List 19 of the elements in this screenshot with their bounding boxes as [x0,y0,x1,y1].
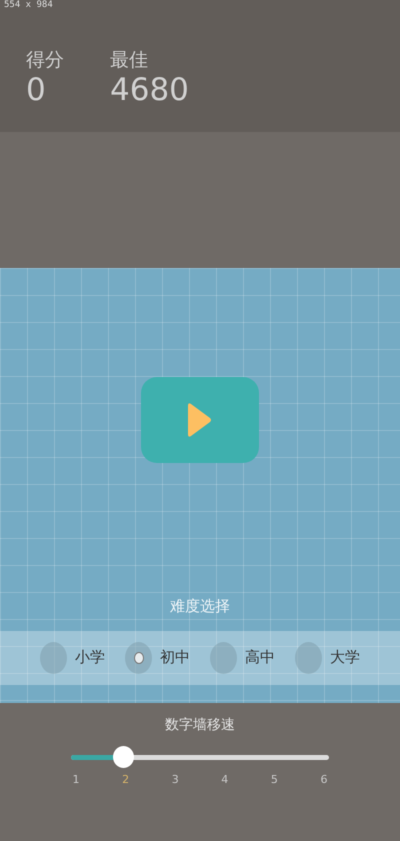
radio-option[interactable]: 小学 [40,642,105,674]
debug-label: 554 x 984 [4,0,53,10]
tick-label: 6 [320,772,328,788]
score-label: 得分 [26,48,65,73]
tick-label: 1 [72,772,80,788]
tick-label: 3 [171,772,180,788]
radio-option[interactable]: 初中 [125,642,190,674]
tick-label: 5 [270,772,278,788]
score-value: 0 [26,72,47,107]
tick-label: 4 [220,772,229,788]
tick-label: 2 [122,772,130,788]
slider-thumb[interactable] [112,746,134,768]
radio-option[interactable]: 高中 [210,642,275,674]
section-title: 数字墙移速 [165,716,235,735]
section-title: 难度选择 [170,596,230,617]
score-label: 最佳 [110,48,149,73]
radio-option[interactable]: 大学 [295,642,360,674]
play-icon [188,402,212,438]
score-value: 4680 [110,72,190,107]
